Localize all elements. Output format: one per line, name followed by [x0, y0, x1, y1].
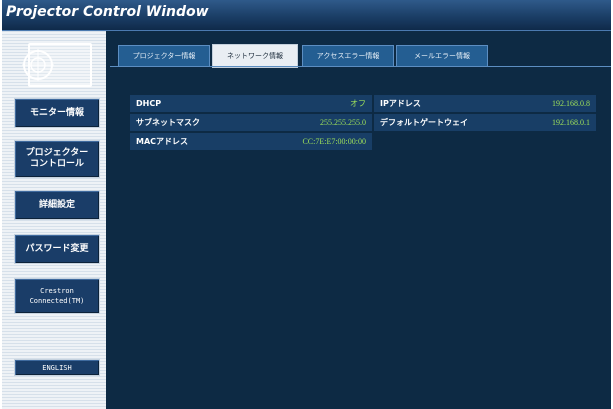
projector-control-window: Projector Control Window モニター情報 プロジェクター … [2, 0, 611, 409]
change-password-button[interactable]: パスワード変更 [14, 234, 100, 264]
mac-value: CC:7E:E7:00:00:00 [302, 137, 366, 146]
projector-control-button[interactable]: プロジェクター コントロール [14, 140, 100, 178]
tab-access-error-info[interactable]: アクセスエラー情報 [302, 45, 394, 67]
subnet-value: 255.255.255.0 [320, 118, 366, 127]
ip-label: IPアドレス [380, 99, 421, 108]
monitor-info-button[interactable]: モニター情報 [14, 98, 100, 128]
network-info-panel: DHCP オフ IPアドレス 192.168.0.8 サブネットマスク 255.… [120, 89, 604, 159]
english-button[interactable]: ENGLISH [14, 359, 100, 376]
crestron-connected-button[interactable]: Crestron Connected(TM) [14, 278, 100, 314]
tab-network-info[interactable]: ネットワーク情報 [212, 44, 298, 68]
sidebar: モニター情報 プロジェクター コントロール 詳細設定 パスワード変更 Crest… [2, 31, 106, 409]
subnet-label: サブネットマスク [136, 118, 200, 127]
mac-row: MACアドレス CC:7E:E7:00:00:00 [130, 133, 372, 150]
mac-label: MACアドレス [136, 137, 189, 146]
window-title: Projector Control Window [6, 4, 209, 20]
gateway-label: デフォルトゲートウェイ [380, 118, 468, 127]
title-bar: Projector Control Window [2, 0, 611, 31]
dhcp-label: DHCP [136, 99, 162, 108]
dhcp-row: DHCP オフ [130, 95, 372, 112]
target-icon [22, 49, 54, 81]
gateway-value: 192.168.0.1 [552, 118, 590, 127]
main-content: プロジェクター情報 ネットワーク情報 アクセスエラー情報 メールエラー情報 DH… [106, 31, 611, 409]
advanced-settings-button[interactable]: 詳細設定 [14, 190, 100, 220]
subnet-row: サブネットマスク 255.255.255.0 [130, 114, 372, 131]
logo [8, 39, 98, 91]
dhcp-value: オフ [350, 99, 366, 108]
tab-projector-info[interactable]: プロジェクター情報 [118, 45, 210, 67]
gateway-row: デフォルトゲートウェイ 192.168.0.1 [374, 114, 596, 131]
ip-value: 192.168.0.8 [552, 99, 590, 108]
ip-row: IPアドレス 192.168.0.8 [374, 95, 596, 112]
tab-underline [110, 66, 611, 67]
tab-mail-error-info[interactable]: メールエラー情報 [396, 45, 488, 67]
